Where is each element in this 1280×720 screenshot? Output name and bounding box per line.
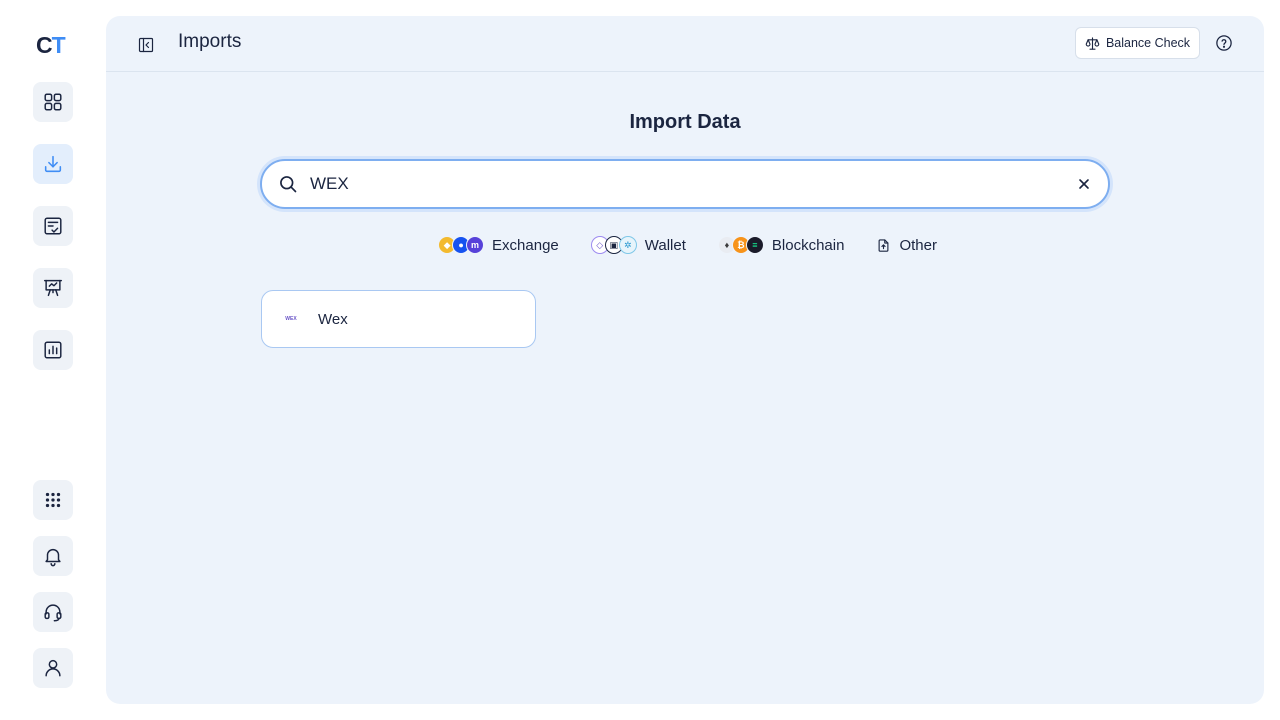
sidebar-item-profile[interactable] <box>33 648 73 688</box>
exchange-logos-icon: ◆ ● m <box>438 236 485 254</box>
filter-other-label: Other <box>899 236 937 254</box>
help-icon <box>1216 35 1232 51</box>
user-icon <box>45 659 61 677</box>
sidebar-item-imports[interactable] <box>33 144 73 184</box>
presentation-icon <box>44 279 62 297</box>
logo-letter-c: C <box>36 32 53 58</box>
filter-blockchain-label: Blockchain <box>771 236 845 254</box>
sidebar-item-analytics[interactable] <box>33 330 73 370</box>
search-bar <box>260 159 1110 209</box>
panel-collapse-icon <box>138 37 154 53</box>
category-filters: ◆ ● m Exchange ◇ ▣ ✲ Wallet ♦ ₿ ≡ Blockc… <box>106 233 1264 257</box>
blockchain-logos-icon: ♦ ₿ ≡ <box>717 236 764 254</box>
balance-check-button[interactable]: Balance Check <box>1075 27 1200 59</box>
bell-icon <box>45 548 61 567</box>
search-icon <box>278 174 298 194</box>
result-card-wex[interactable]: WEX Wex <box>261 290 536 348</box>
grid-icon <box>44 93 62 111</box>
sidebar-item-notifications[interactable] <box>33 536 73 576</box>
wex-logo-icon: WEX <box>285 316 297 322</box>
sidebar: CT <box>0 0 106 720</box>
headset-icon <box>44 604 62 622</box>
filter-wallet-label: Wallet <box>644 236 686 254</box>
filter-blockchain[interactable]: ♦ ₿ ≡ Blockchain <box>716 233 847 257</box>
filter-exchange[interactable]: ◆ ● m Exchange <box>436 233 561 257</box>
dots-grid-icon <box>45 492 61 508</box>
sidebar-toggle-button[interactable] <box>136 35 156 55</box>
checklist-icon <box>44 217 62 235</box>
sidebar-item-reports[interactable] <box>33 268 73 308</box>
wallet-logos-icon: ◇ ▣ ✲ <box>590 236 637 254</box>
top-bar: Imports Balance Check <box>106 16 1264 72</box>
logo-letter-t: T <box>51 32 66 58</box>
clear-search-button[interactable] <box>1076 176 1092 192</box>
filter-wallet[interactable]: ◇ ▣ ✲ Wallet <box>589 233 688 257</box>
download-icon <box>44 155 62 173</box>
file-upload-icon <box>879 238 889 252</box>
help-button[interactable] <box>1214 33 1234 53</box>
scale-icon <box>1085 36 1100 50</box>
import-data-heading: Import Data <box>629 111 741 133</box>
chart-icon <box>44 341 62 359</box>
page-title: Imports <box>178 31 242 52</box>
search-input[interactable] <box>310 169 1050 199</box>
filter-exchange-label: Exchange <box>492 236 559 254</box>
sidebar-item-dashboard[interactable] <box>33 82 73 122</box>
result-name: Wex <box>318 310 348 328</box>
app-logo[interactable]: CT <box>36 32 66 58</box>
main-panel: Imports Balance Check Import Data ◆ ● m … <box>106 16 1264 704</box>
filter-other[interactable]: Other <box>874 233 939 257</box>
sidebar-item-transactions[interactable] <box>33 206 73 246</box>
close-icon <box>1079 179 1089 189</box>
sidebar-item-apps[interactable] <box>33 480 73 520</box>
sidebar-item-support[interactable] <box>33 592 73 632</box>
balance-check-label: Balance Check <box>1105 36 1191 50</box>
